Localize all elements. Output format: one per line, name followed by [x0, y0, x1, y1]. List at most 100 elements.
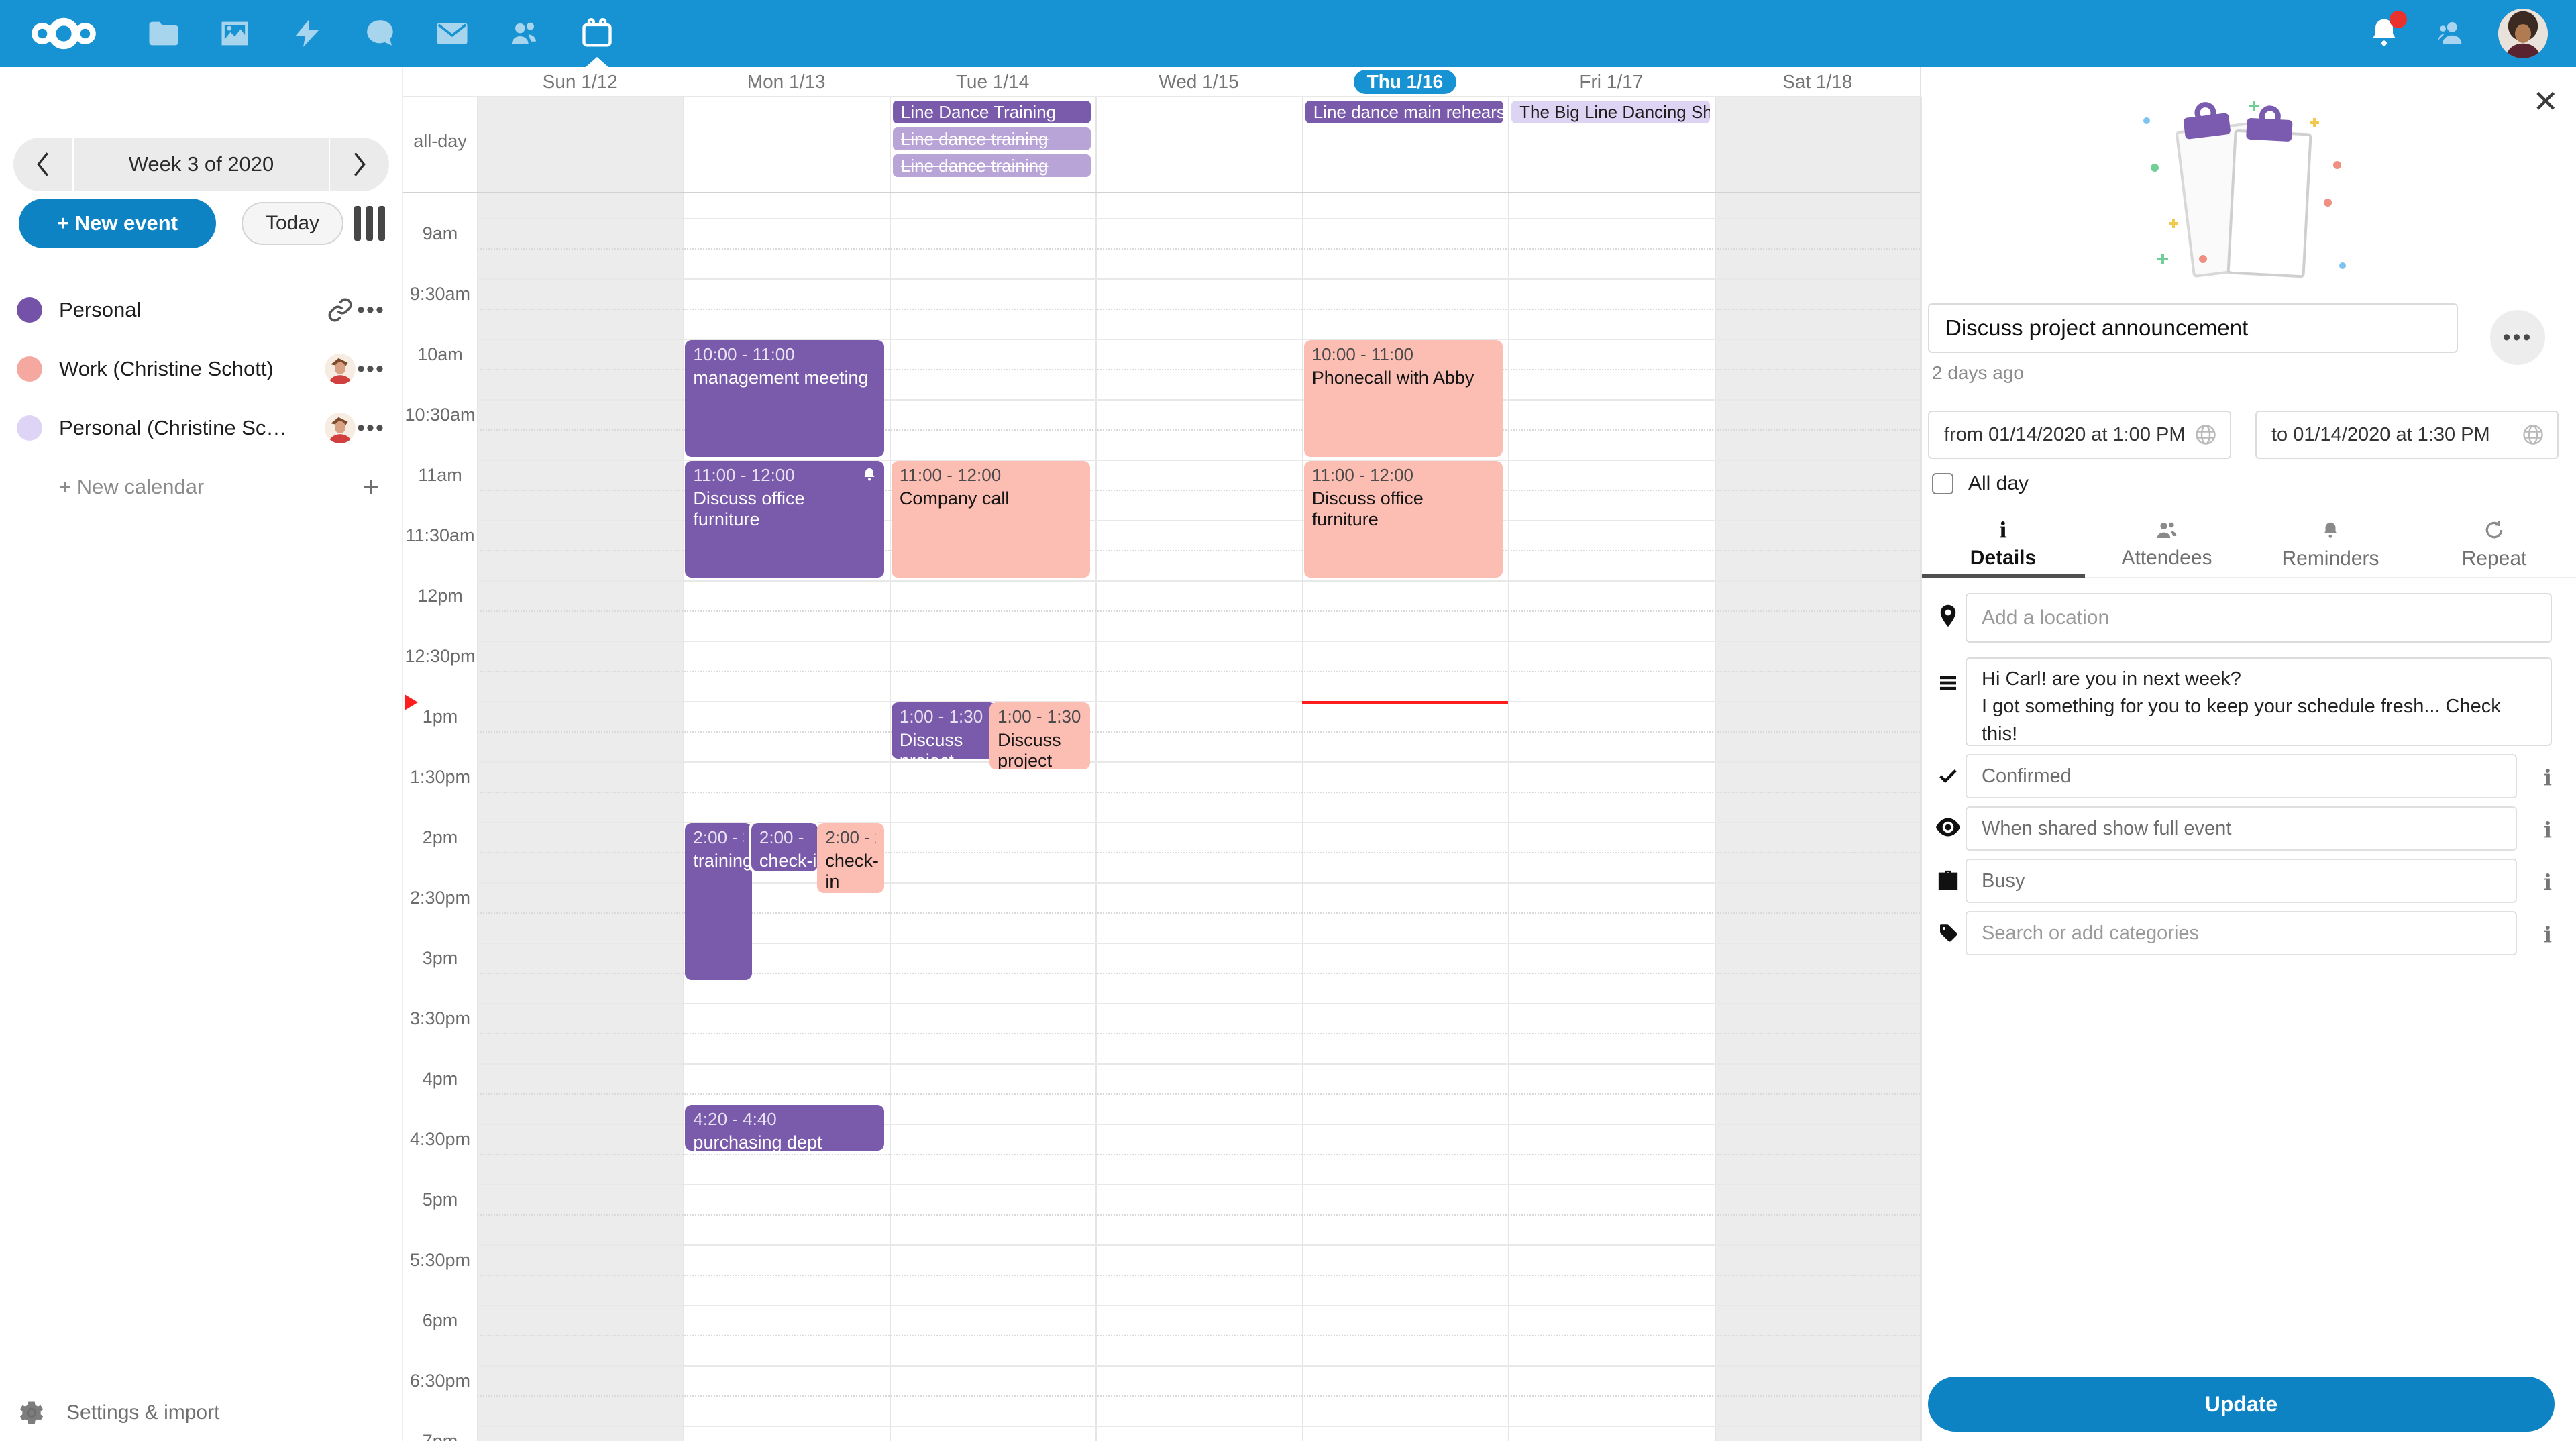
settings-and-import[interactable]: Settings & import	[17, 1398, 219, 1428]
new-event-button[interactable]: + New event	[19, 199, 216, 248]
calendar-event[interactable]: 10:00 - 11:00management meeting	[685, 340, 883, 457]
info-icon[interactable]: i	[2534, 765, 2561, 790]
grid-line	[477, 580, 1920, 582]
tab-reminders[interactable]: Reminders	[2249, 513, 2412, 577]
all-day-event[interactable]: Line Dance Training	[893, 101, 1091, 123]
mail-icon[interactable]	[433, 0, 471, 67]
event-editor-panel: ✕	[1920, 67, 2576, 1441]
photos-icon[interactable]	[216, 0, 254, 67]
timezone-globe-icon[interactable]	[2194, 423, 2218, 447]
grid-line-dotted	[477, 671, 1920, 672]
calendar-event[interactable]: 4:20 - 4:40purchasing dept	[685, 1105, 883, 1151]
time-label: 4:30pm	[403, 1129, 477, 1150]
time-label: 10am	[403, 344, 477, 365]
new-calendar-button[interactable]: + New calendar +	[0, 458, 402, 517]
calendar-event[interactable]: 10:00 - 11:00Phonecall with Abby	[1304, 340, 1503, 457]
notification-badge	[2390, 11, 2407, 28]
visibility-select[interactable]	[1966, 806, 2517, 851]
next-week-button[interactable]	[330, 138, 389, 191]
time-label: 1:30pm	[403, 767, 477, 788]
activity-icon[interactable]	[288, 0, 326, 67]
grid-line-dotted	[477, 1093, 1920, 1095]
description-icon	[1935, 672, 1962, 694]
timezone-globe-icon[interactable]	[2521, 423, 2545, 447]
grid-line	[477, 701, 1920, 702]
calendar-item-work-christine[interactable]: Work (Christine Schott) •••	[0, 339, 402, 398]
grid-line-dotted	[477, 1395, 1920, 1397]
calendar-icon[interactable]	[578, 0, 616, 67]
all-day-event[interactable]: Line dance main rehearsal	[1305, 101, 1503, 123]
grid-line	[477, 1426, 1920, 1427]
categories-input[interactable]	[1966, 911, 2517, 955]
week-label[interactable]: Week 3 of 2020	[74, 138, 329, 191]
contacts-icon[interactable]	[506, 0, 543, 67]
description-textarea[interactable]: Hi Carl! are you in next week? I got som…	[1966, 657, 2552, 746]
calendar-event[interactable]: 1:00 - 1:30Discuss project announcement	[892, 702, 996, 759]
nextcloud-logo-icon[interactable]	[27, 14, 101, 53]
week-view-toggle-icon[interactable]	[350, 202, 389, 245]
previous-week-button[interactable]	[13, 138, 72, 191]
files-icon[interactable]	[144, 0, 181, 67]
calendar-item-personal-christine[interactable]: Personal (Christine Schott) •••	[0, 398, 402, 458]
info-icon: i	[1999, 520, 2007, 540]
time-label: 3:30pm	[403, 1008, 477, 1029]
bell-icon	[2320, 519, 2341, 541]
today-button[interactable]: Today	[241, 202, 343, 245]
time-label: 3pm	[403, 948, 477, 969]
calendar-event[interactable]: 2:00 - 2:20check-in	[817, 823, 883, 893]
notifications-bell-icon[interactable]	[2367, 15, 2402, 53]
info-icon[interactable]: i	[2534, 817, 2561, 843]
availability-select[interactable]	[1966, 859, 2517, 903]
grid-line-dotted	[477, 1214, 1920, 1216]
time-label: 11:30am	[403, 525, 477, 546]
day-header: Thu 1/16	[1302, 67, 1508, 96]
settings-label: Settings & import	[66, 1401, 219, 1424]
close-icon[interactable]: ✕	[2532, 86, 2559, 117]
calendar-event[interactable]: 1:00 - 1:30Discuss project	[989, 702, 1090, 769]
event-title-input[interactable]	[1928, 303, 2458, 353]
tab-details[interactable]: i Details	[1921, 513, 2085, 577]
start-datetime-picker[interactable]: from 01/14/2020 at 1:00 PM	[1928, 411, 2231, 459]
event-actions-button[interactable]: •••	[2490, 310, 2545, 365]
column-divider	[890, 97, 891, 1441]
calendar-actions-icon[interactable]: •••	[356, 413, 386, 443]
all-day-event[interactable]: Line dance training	[893, 127, 1091, 150]
grid-line-dotted	[477, 248, 1920, 250]
nextcloud-calendar-app: Week 3 of 2020 + New event Today Persona…	[0, 0, 2576, 1441]
location-input[interactable]	[1966, 593, 2552, 643]
federated-share-icon[interactable]	[2432, 15, 2467, 53]
calendar-event[interactable]: 2:00 - 2:20check-in	[751, 823, 818, 871]
all-day-event[interactable]: The Big Line Dancing Show	[1511, 101, 1709, 123]
time-label: 5:30pm	[403, 1250, 477, 1271]
tab-attendees[interactable]: Attendees	[2085, 513, 2249, 577]
info-icon[interactable]: i	[2534, 922, 2561, 947]
time-label: 12:30pm	[403, 646, 477, 667]
attendees-icon	[2155, 520, 2179, 540]
checkbox[interactable]	[1932, 473, 1953, 494]
calendar-actions-icon[interactable]: •••	[356, 295, 386, 325]
status-select[interactable]	[1966, 754, 2517, 798]
share-link-icon[interactable]	[325, 295, 356, 325]
calendar-event[interactable]: 11:00 - 12:00Discuss office furniture	[685, 461, 883, 578]
time-label: 11am	[403, 465, 477, 486]
tab-repeat[interactable]: Repeat	[2412, 513, 2576, 577]
update-button[interactable]: Update	[1928, 1377, 2555, 1432]
grid-line	[477, 218, 1920, 219]
calendar-event[interactable]: 2:00 - 3:20training	[685, 823, 751, 980]
grid-line	[477, 641, 1920, 642]
end-datetime-picker[interactable]: to 01/14/2020 at 1:30 PM	[2255, 411, 2559, 459]
talk-icon[interactable]	[361, 0, 398, 67]
user-avatar[interactable]	[2498, 9, 2548, 58]
calendar-event[interactable]: 11:00 - 12:00Company call	[892, 461, 1090, 578]
calendar-actions-icon[interactable]: •••	[356, 354, 386, 384]
location-pin-icon	[1935, 604, 1962, 628]
calendar-event[interactable]: 11:00 - 12:00Discuss office furniture	[1304, 461, 1503, 578]
info-icon[interactable]: i	[2534, 869, 2561, 895]
column-divider	[1095, 97, 1097, 1441]
all-day-event[interactable]: Line dance training	[893, 154, 1091, 177]
grid-line-dotted	[477, 610, 1920, 612]
all-day-checkbox[interactable]: All day	[1932, 472, 2029, 495]
gear-icon	[17, 1398, 46, 1428]
calendar-item-personal[interactable]: Personal •••	[0, 280, 402, 339]
active-app-indicator	[586, 57, 608, 67]
